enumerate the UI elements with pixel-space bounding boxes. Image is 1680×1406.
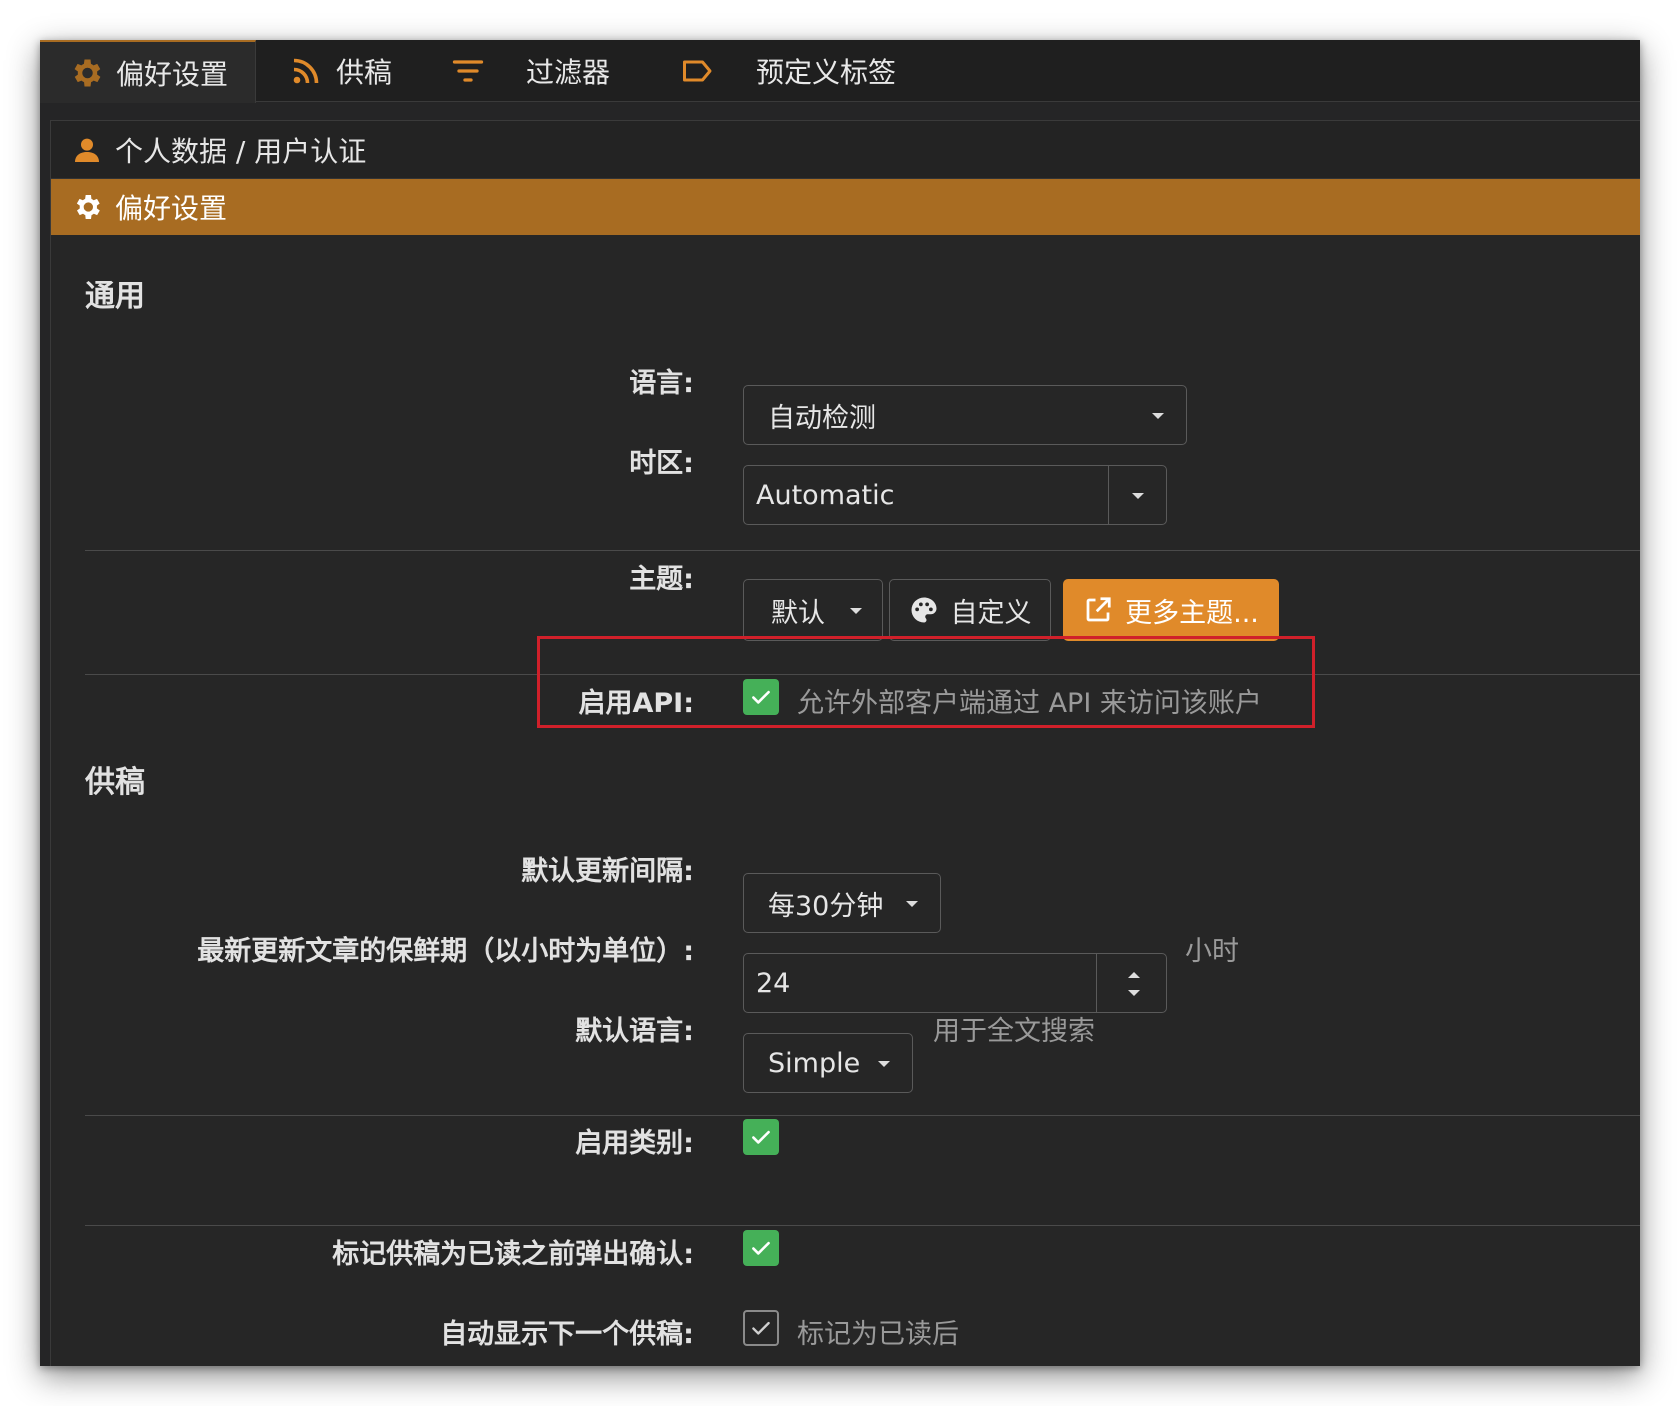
timezone-select[interactable]: Automatic <box>743 465 1167 525</box>
auto-next-feed-checkbox[interactable] <box>743 1310 779 1346</box>
default-language-value: Simple <box>768 1047 861 1079</box>
rss-icon <box>288 53 324 89</box>
divider <box>85 550 1640 551</box>
tag-icon <box>680 53 716 89</box>
chevron-down-icon <box>878 1061 890 1067</box>
preferences-panel: 个人数据 / 用户认证 偏好设置 通用 语言: 自动检测 时区: Automat… <box>50 120 1640 1366</box>
customize-theme-button[interactable]: 自定义 <box>889 579 1051 641</box>
accordion-header-profile[interactable]: 个人数据 / 用户认证 <box>51 121 1640 179</box>
user-icon <box>71 134 103 166</box>
freshness-label: 最新更新文章的保鲜期（以小时为单位）: <box>197 936 694 967</box>
highlight-box <box>537 636 1315 728</box>
divider <box>85 1225 1640 1226</box>
update-interval-label: 默认更新间隔: <box>521 856 694 887</box>
tab-feeds[interactable]: 供稿 <box>288 40 392 102</box>
update-interval-value: 每30分钟 <box>768 890 884 922</box>
freshness-value: 24 <box>756 967 791 999</box>
language-value: 自动检测 <box>768 402 876 434</box>
tab-filters[interactable]: 过滤器 <box>450 40 610 102</box>
tab-labels[interactable]: 预定义标签 <box>680 40 896 102</box>
chevron-down-icon <box>906 901 918 907</box>
gear-icon <box>68 55 104 91</box>
palette-icon <box>909 595 939 625</box>
preferences-window: 偏好设置 供稿 过滤器 预定义标签 个人数据 / 用户认证 偏好设置 通用 语言… <box>40 40 1640 1366</box>
chevron-down-icon <box>1132 493 1144 499</box>
tab-preferences[interactable]: 偏好设置 <box>40 40 256 103</box>
filter-icon <box>450 53 486 89</box>
enable-categories-label: 启用类别: <box>575 1128 694 1159</box>
tab-bar: 偏好设置 供稿 过滤器 预定义标签 <box>40 40 1640 103</box>
confirm-mark-read-label: 标记供稿为已读之前弹出确认: <box>332 1239 694 1270</box>
tab-label: 预定义标签 <box>756 56 897 89</box>
check-icon <box>752 1321 770 1335</box>
gear-icon <box>71 191 103 223</box>
more-themes-label: 更多主题... <box>1125 597 1259 629</box>
theme-label: 主题: <box>629 564 694 595</box>
enable-categories-checkbox[interactable] <box>743 1119 779 1155</box>
language-label: 语言: <box>629 368 694 399</box>
theme-value: 默认 <box>771 597 825 629</box>
chevron-down-icon <box>850 608 862 614</box>
accordion-header-label: 偏好设置 <box>115 192 228 225</box>
auto-next-feed-hint: 标记为已读后 <box>797 1319 959 1350</box>
divider <box>85 1115 1640 1116</box>
theme-select[interactable]: 默认 <box>743 579 883 641</box>
section-title-feeds: 供稿 <box>85 765 145 800</box>
check-icon <box>752 1130 770 1144</box>
default-language-label: 默认语言: <box>575 1016 694 1047</box>
chevron-up-icon[interactable] <box>1128 972 1140 978</box>
language-select[interactable]: 自动检测 <box>743 385 1187 445</box>
auto-next-feed-label: 自动显示下一个供稿: <box>440 1319 694 1350</box>
timezone-label: 时区: <box>629 448 694 479</box>
external-link-icon <box>1083 595 1113 625</box>
more-themes-button[interactable]: 更多主题... <box>1063 579 1279 641</box>
tab-label: 供稿 <box>336 56 393 89</box>
accordion-header-preferences[interactable]: 偏好设置 <box>51 179 1640 235</box>
default-language-hint: 用于全文搜索 <box>933 1016 1095 1047</box>
chevron-down-icon <box>1152 413 1164 419</box>
default-language-select[interactable]: Simple <box>743 1033 913 1093</box>
freshness-input[interactable]: 24 <box>743 953 1167 1013</box>
confirm-mark-read-checkbox[interactable] <box>743 1230 779 1266</box>
tab-label: 偏好设置 <box>116 57 229 91</box>
section-title-general: 通用 <box>85 279 145 314</box>
timezone-value: Automatic <box>756 479 895 511</box>
check-icon <box>752 1241 770 1255</box>
freshness-unit: 小时 <box>1185 936 1239 967</box>
update-interval-select[interactable]: 每30分钟 <box>743 873 941 933</box>
chevron-down-icon[interactable] <box>1128 990 1140 996</box>
customize-label: 自定义 <box>950 597 1032 629</box>
tab-label: 过滤器 <box>526 56 611 89</box>
accordion-header-label: 个人数据 / 用户认证 <box>115 134 367 168</box>
